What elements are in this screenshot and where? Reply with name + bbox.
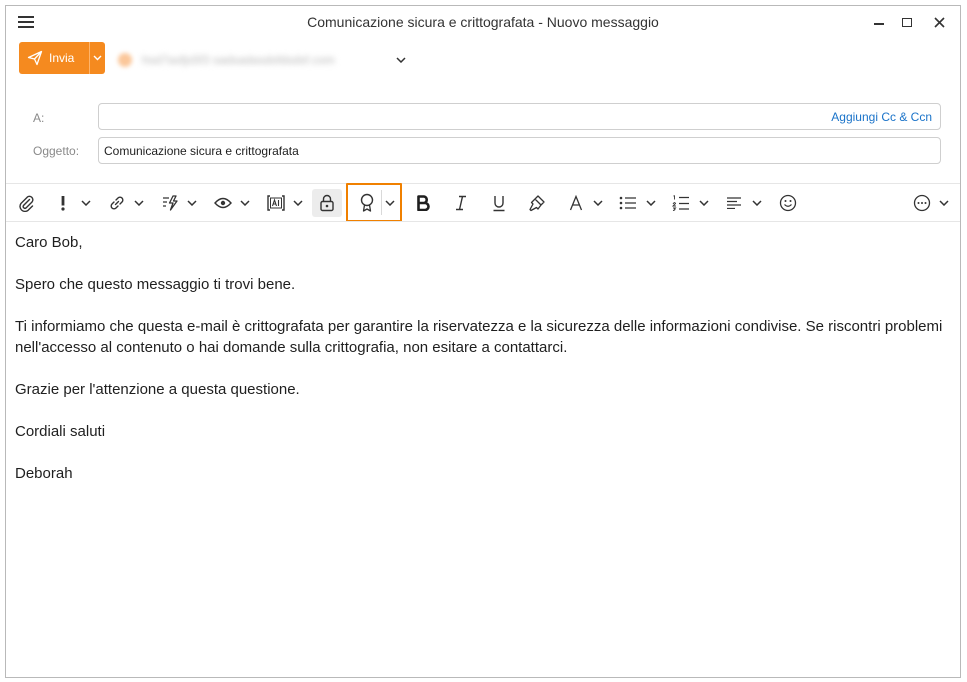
send-icon xyxy=(27,50,43,66)
close-button[interactable] xyxy=(924,12,954,32)
signature: Deborah xyxy=(15,465,73,482)
ai-icon xyxy=(267,195,285,211)
importance-icon xyxy=(61,196,65,211)
italic-button[interactable] xyxy=(451,189,471,217)
sender-address: hsd7asfjs5f3 sadsadasdsfdsdsf.com xyxy=(142,53,335,67)
chevron-down-icon xyxy=(699,200,709,206)
chevron-down-icon xyxy=(240,200,250,206)
chevron-down-icon xyxy=(396,57,406,63)
add-cc-bcc-link[interactable]: Aggiungi Cc & Ccn xyxy=(831,110,932,124)
chevron-down-icon xyxy=(81,200,91,206)
emoji-button[interactable] xyxy=(777,189,799,217)
link-button[interactable] xyxy=(107,189,127,217)
numbered-list-button[interactable] xyxy=(671,189,691,217)
greeting: Caro Bob, xyxy=(15,234,83,251)
link-icon xyxy=(110,196,124,210)
window-title: Comunicazione sicura e crittografata - N… xyxy=(307,14,659,30)
body-paragraph: Ti informiamo che questa e-mail è critto… xyxy=(15,318,943,356)
split-divider xyxy=(381,190,382,215)
minimize-button[interactable] xyxy=(864,12,894,32)
more-icon xyxy=(913,194,931,212)
to-label: A: xyxy=(33,111,45,125)
close-icon xyxy=(933,16,945,28)
align-button[interactable] xyxy=(724,189,744,217)
lock-icon xyxy=(320,194,334,212)
eye-icon xyxy=(214,197,232,209)
minimize-icon xyxy=(874,23,884,25)
send-group: Invia xyxy=(19,42,105,74)
attach-icon xyxy=(19,195,34,212)
more-options-dropdown[interactable] xyxy=(938,189,950,217)
chevron-down-icon xyxy=(385,200,395,206)
ai-button[interactable] xyxy=(265,189,287,217)
format-painter-icon xyxy=(529,195,545,212)
font-color-button[interactable] xyxy=(566,189,586,217)
chevron-down-icon xyxy=(134,200,144,206)
subject-input[interactable] xyxy=(98,137,941,164)
closing: Cordiali saluti xyxy=(15,423,106,440)
digital-signature-dropdown[interactable] xyxy=(384,189,396,217)
chevron-down-icon xyxy=(293,200,303,206)
body-paragraph: Spero che questo messaggio ti trovi bene… xyxy=(15,276,296,293)
body-paragraph: Grazie per l'attenzione a questa questio… xyxy=(15,381,300,398)
link-dropdown[interactable] xyxy=(133,189,145,217)
encrypt-button[interactable] xyxy=(312,189,342,217)
font-color-icon xyxy=(569,195,583,211)
attach-button[interactable] xyxy=(16,189,36,217)
bold-icon xyxy=(417,195,430,211)
sender-avatar xyxy=(118,53,132,67)
view-button[interactable] xyxy=(212,189,234,217)
numbered-list-icon xyxy=(672,195,689,211)
bullet-list-dropdown[interactable] xyxy=(645,189,657,217)
bullet-list-button[interactable] xyxy=(618,189,638,217)
message-body[interactable]: Caro Bob, Spero che questo messaggio ti … xyxy=(15,232,955,505)
sender-selector[interactable]: hsd7asfjs5f3 sadsadasdsfdsdsf.com xyxy=(118,52,406,68)
numbered-list-dropdown[interactable] xyxy=(698,189,710,217)
italic-icon xyxy=(456,195,466,211)
send-button[interactable]: Invia xyxy=(19,42,89,74)
underline-icon xyxy=(493,195,505,211)
send-options-button[interactable] xyxy=(89,42,105,74)
toolbar-divider xyxy=(6,221,960,222)
quick-steps-dropdown[interactable] xyxy=(186,189,198,217)
maximize-icon xyxy=(902,17,912,27)
view-dropdown[interactable] xyxy=(239,189,251,217)
more-options-button[interactable] xyxy=(911,189,933,217)
format-painter-button[interactable] xyxy=(527,189,547,217)
subject-label: Oggetto: xyxy=(33,144,80,158)
maximize-button[interactable] xyxy=(892,12,922,32)
chevron-down-icon xyxy=(93,55,102,61)
chevron-down-icon xyxy=(646,200,656,206)
underline-button[interactable] xyxy=(489,189,509,217)
to-input[interactable] xyxy=(98,103,941,130)
send-label: Invia xyxy=(49,51,75,65)
bullet-list-icon xyxy=(619,196,636,210)
chevron-down-icon xyxy=(593,200,603,206)
compose-window: Comunicazione sicura e crittografata - N… xyxy=(5,5,961,678)
chevron-down-icon xyxy=(752,200,762,206)
ai-dropdown[interactable] xyxy=(292,189,304,217)
emoji-icon xyxy=(779,194,797,212)
chevron-down-icon xyxy=(187,200,197,206)
quick-steps-button[interactable] xyxy=(160,189,180,217)
font-color-dropdown[interactable] xyxy=(592,189,604,217)
toolbar-divider xyxy=(6,183,960,184)
bold-button[interactable] xyxy=(413,189,433,217)
chevron-down-icon xyxy=(939,200,949,206)
align-left-icon xyxy=(727,197,741,209)
importance-button[interactable] xyxy=(56,189,70,217)
quick-steps-icon xyxy=(163,195,178,211)
digital-signature-button[interactable] xyxy=(355,189,379,217)
importance-dropdown[interactable] xyxy=(80,189,92,217)
align-dropdown[interactable] xyxy=(751,189,763,217)
certificate-icon xyxy=(360,193,374,212)
title-bar: Comunicazione sicura e crittografata - N… xyxy=(6,6,960,38)
